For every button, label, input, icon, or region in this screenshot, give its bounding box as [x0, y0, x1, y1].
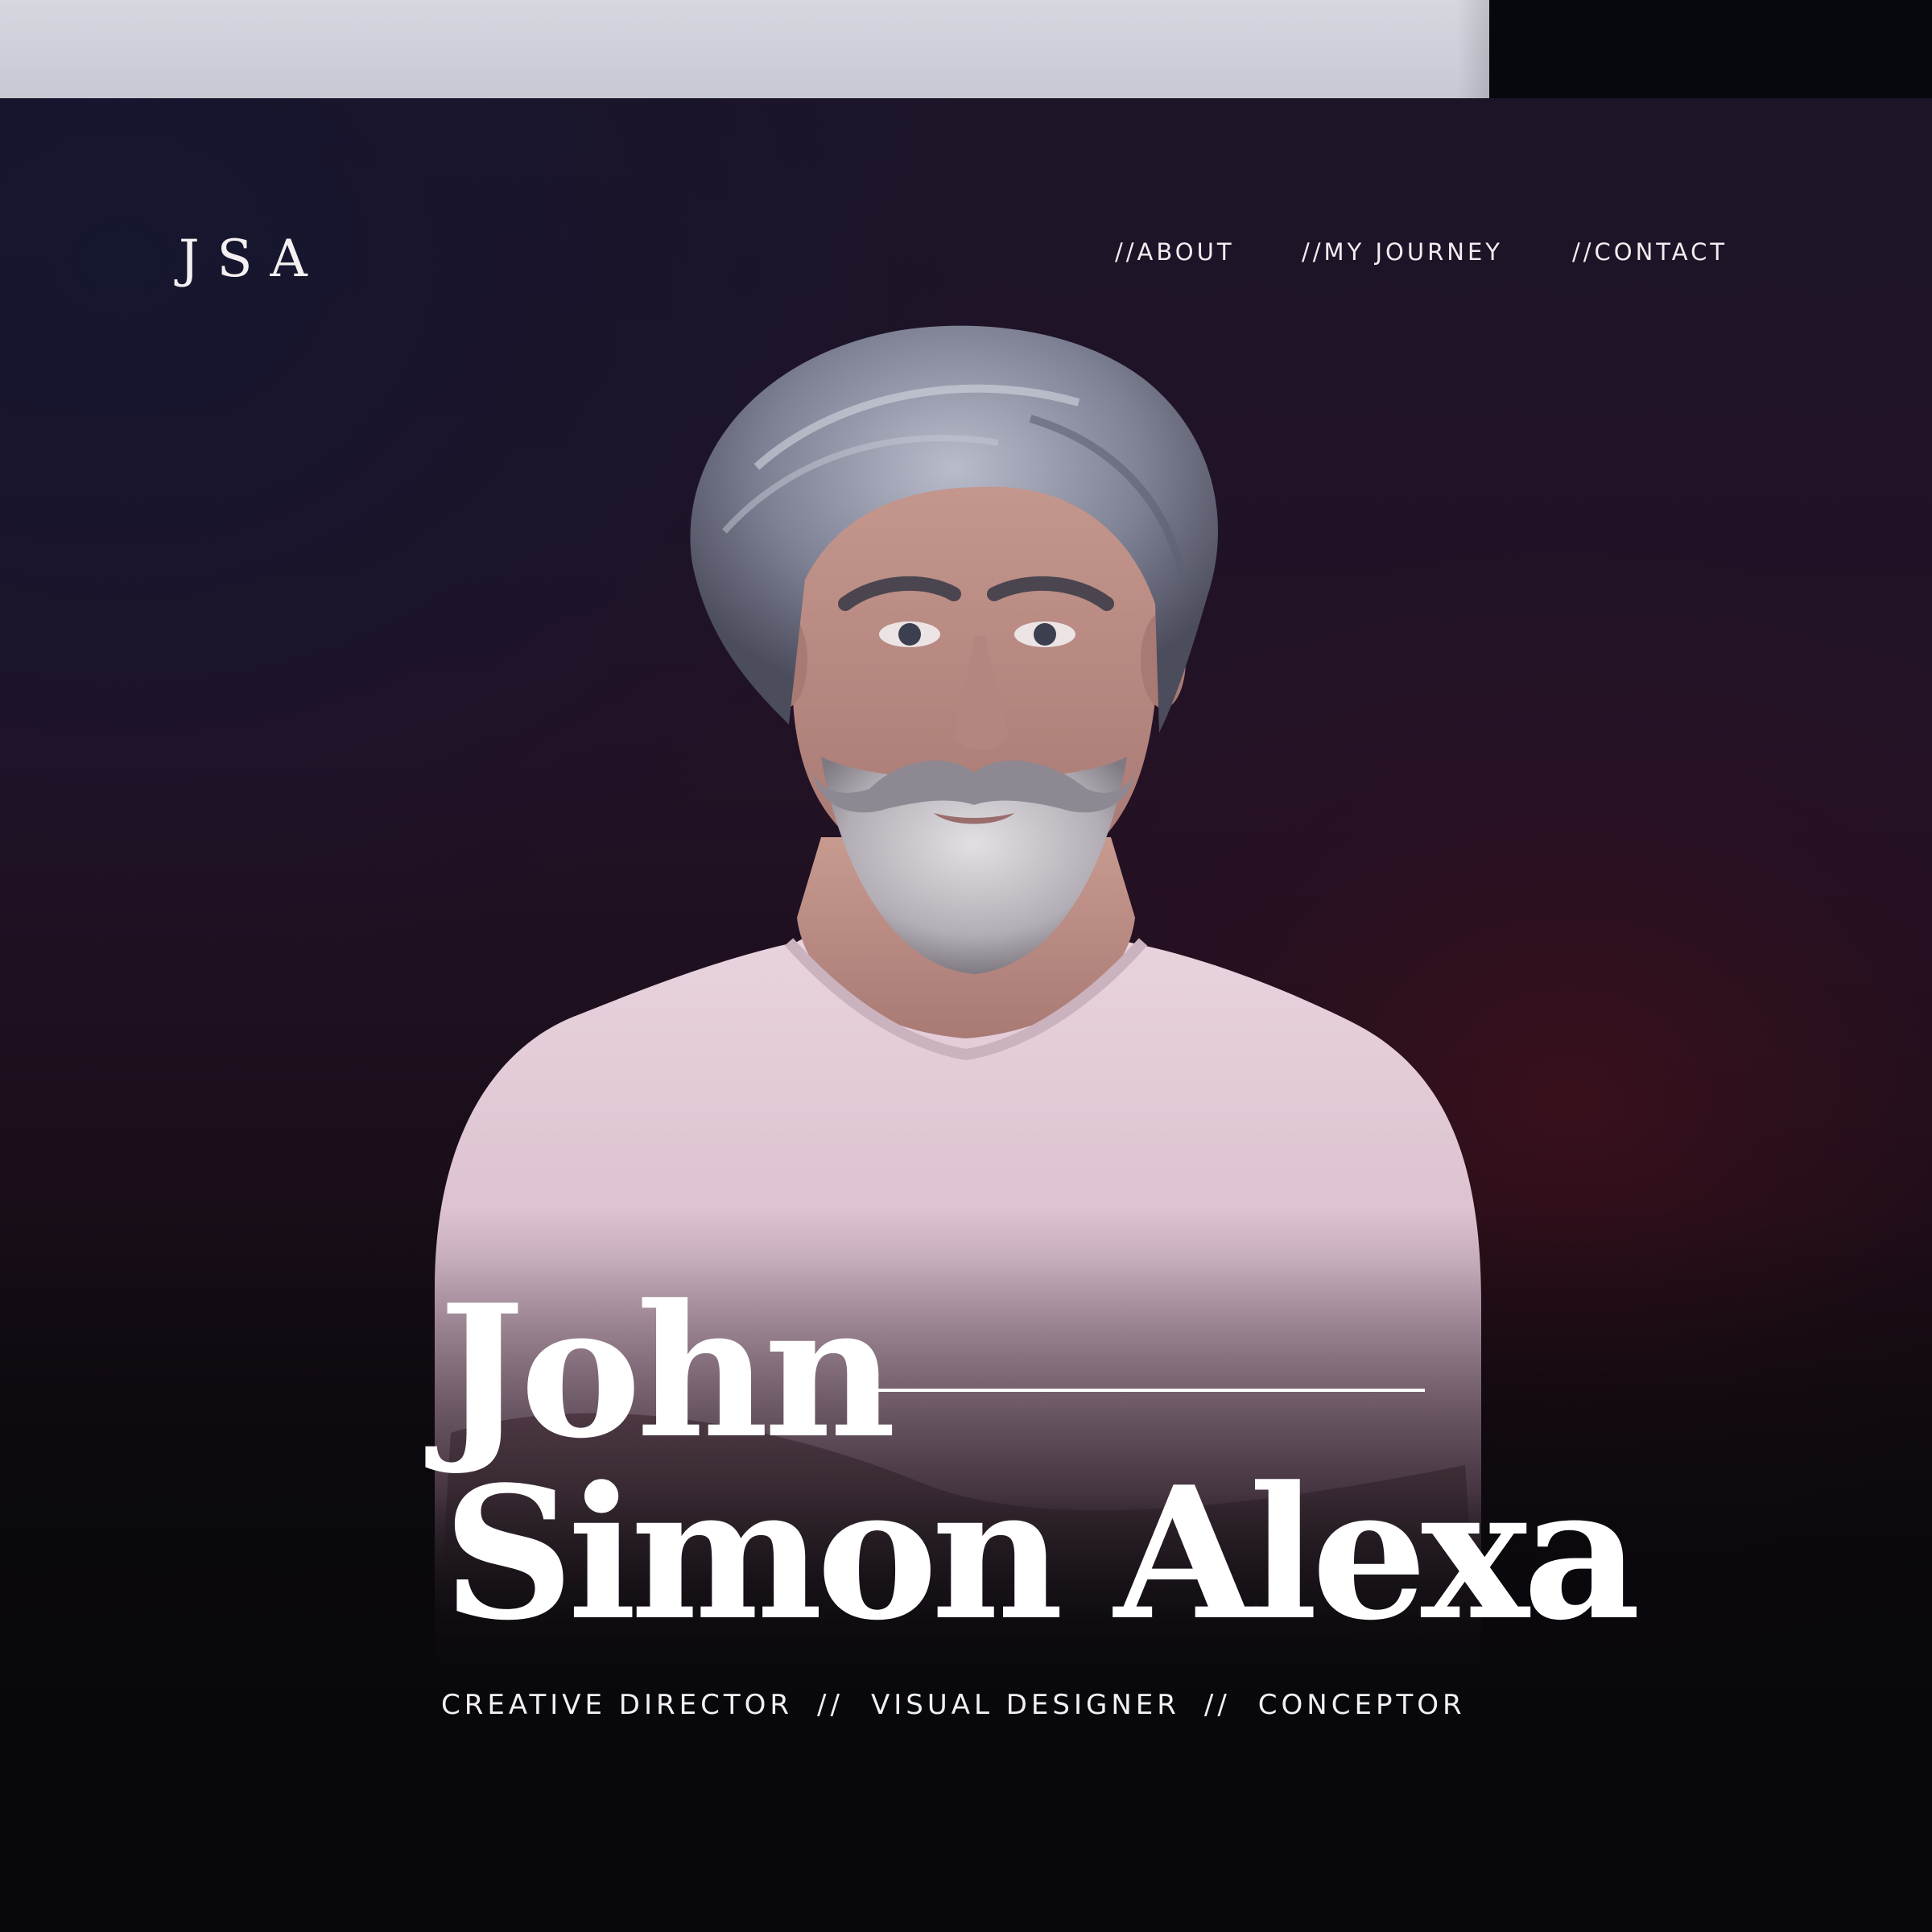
role-separator: //: [817, 1689, 844, 1721]
page: JSA //ABOUT //MY JOURNEY //CONTACT John …: [0, 0, 1932, 1932]
hero-last-name: Simon Alexa: [443, 1447, 1641, 1661]
role-item: CREATIVE DIRECTOR: [441, 1689, 794, 1721]
top-strip-light: [0, 0, 1489, 98]
role-item: VISUAL DESIGNER: [870, 1689, 1180, 1721]
nav-item-contact[interactable]: //CONTACT: [1572, 238, 1728, 266]
role-separator: //: [1203, 1689, 1231, 1721]
hero-roles: CREATIVE DIRECTOR // VISUAL DESIGNER // …: [441, 1689, 1466, 1721]
brand-logo[interactable]: JSA: [179, 233, 325, 285]
hero-first-name: John: [439, 1265, 896, 1479]
nav-item-my-journey[interactable]: //MY JOURNEY: [1302, 238, 1503, 266]
top-strip-dark: [1489, 0, 1932, 98]
nav-item-about[interactable]: //ABOUT: [1115, 238, 1235, 266]
role-item: CONCEPTOR: [1257, 1689, 1466, 1721]
name-divider-line: [865, 1389, 1425, 1392]
